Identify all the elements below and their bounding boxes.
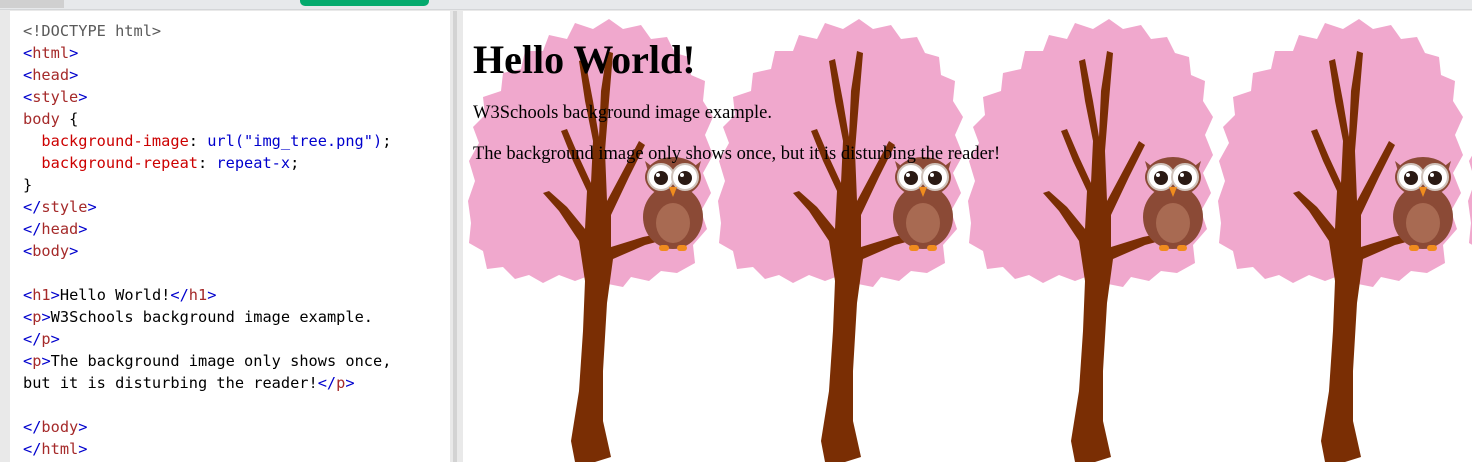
code-h1-text: Hello World! <box>59 286 171 304</box>
toolbar-tab[interactable] <box>0 0 64 8</box>
code-tag-body: body <box>32 242 70 260</box>
splitter-grip[interactable] <box>453 11 457 462</box>
code-tag-html-close: html <box>41 440 79 458</box>
code-p2-text-cont: but it is disturbing the reader! <box>23 374 318 392</box>
paragraph-intro: W3Schools background image example. <box>473 103 772 123</box>
result-frame: Hello World! W3Schools background image … <box>463 11 1472 462</box>
code-tag-html: html <box>32 44 70 62</box>
code-tag-head-close: head <box>41 220 79 238</box>
code-tag-style-close: style <box>41 198 88 216</box>
code-selector-body: body <box>23 110 60 128</box>
code-prop-background-image: background-image <box>41 132 189 150</box>
code-prop-background-repeat: background-repeat <box>41 154 198 172</box>
code-p1-text: W3Schools background image example. <box>50 308 373 326</box>
code-value-url: url("img_tree.png") <box>207 132 383 150</box>
code-p2-text: The background image only shows once, <box>50 352 392 370</box>
pane-splitter[interactable] <box>450 11 462 462</box>
code-tag-head: head <box>32 66 70 84</box>
result-document: Hello World! W3Schools background image … <box>473 11 1463 165</box>
code-doctype: <!DOCTYPE html> <box>23 22 162 40</box>
top-toolbar <box>0 0 1472 10</box>
tree-tile-5 <box>1467 18 1472 462</box>
code-tag-body-close: body <box>41 418 79 436</box>
code-editor[interactable]: <!DOCTYPE html> <html> <head> <style> bo… <box>10 11 450 462</box>
code-value-repeat: repeat-x <box>216 154 291 172</box>
code-tag-h1: h1 <box>32 286 51 304</box>
page-heading: Hello World! <box>473 37 696 82</box>
code-text[interactable]: <!DOCTYPE html> <html> <head> <style> bo… <box>10 11 450 460</box>
paragraph-note: The background image only shows once, bu… <box>473 144 1001 164</box>
run-button[interactable] <box>300 0 429 6</box>
code-tag-style: style <box>32 88 79 106</box>
